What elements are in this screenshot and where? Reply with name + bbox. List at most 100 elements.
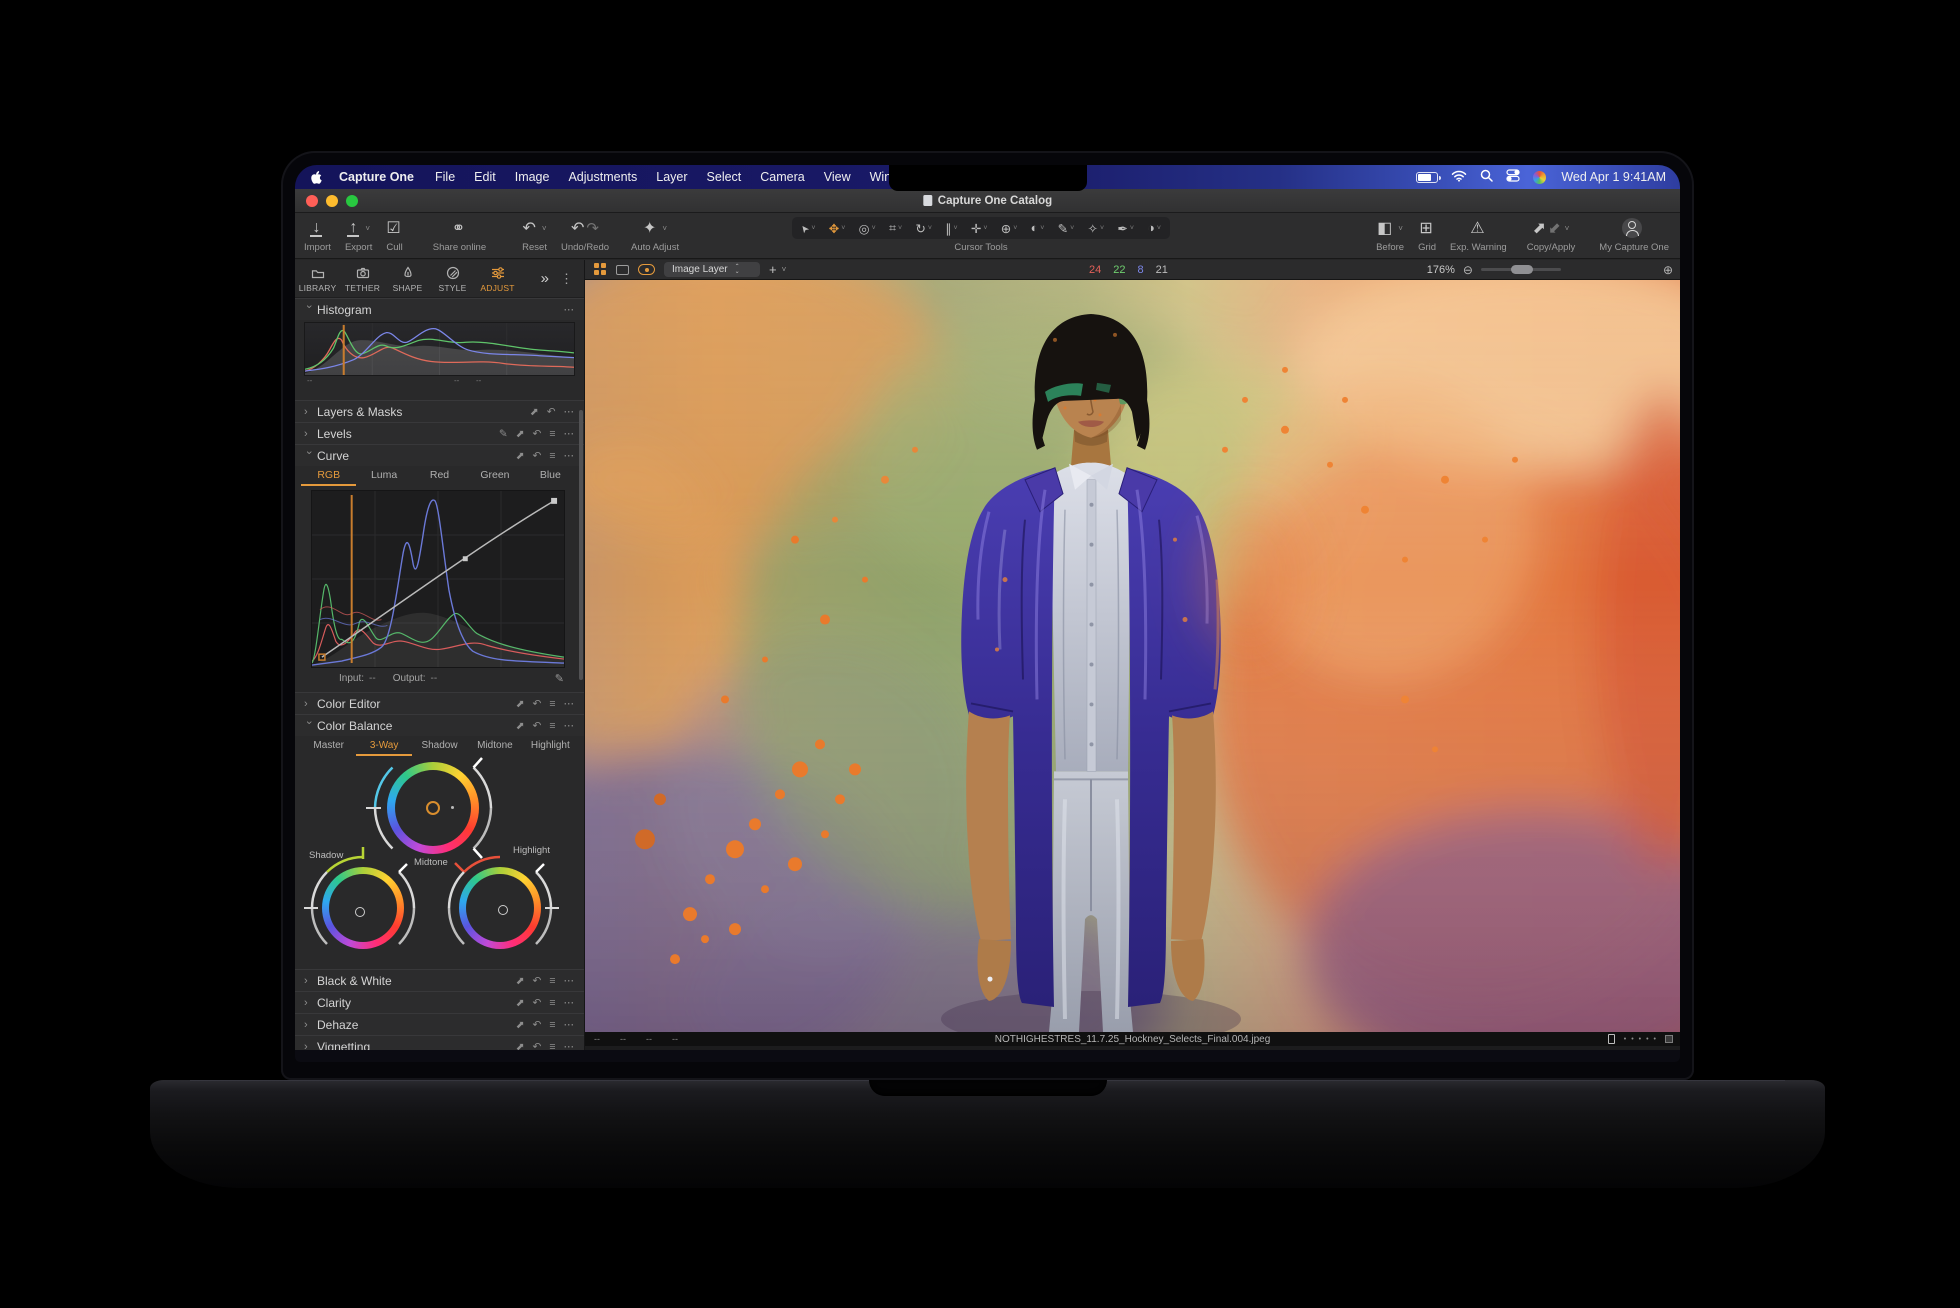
color-picker-tool[interactable]: ◑ ˅ [1147,221,1161,235]
sidebar-scrollbar[interactable] [579,410,583,680]
copy-icon[interactable]: ⬈ [516,975,525,987]
reset-icon[interactable]: ↶ [533,450,542,462]
grid-view-icon[interactable] [594,263,607,276]
reset-icon[interactable]: ↶ [547,406,556,418]
apple-menu-icon[interactable] [309,170,323,185]
straighten-tool[interactable]: ∥ ˅ [945,221,957,236]
rotate-tool[interactable]: ↻ ˅ [915,221,932,236]
more-icon[interactable]: ⋯ [564,1041,575,1051]
layer-dropdown[interactable]: Image Layer ⌃⌄ [664,262,760,277]
presets-icon[interactable]: ≡ [549,450,555,462]
color-balance-tab[interactable]: Highlight [523,740,578,756]
zoom-slider-thumb[interactable] [1511,265,1533,274]
undo-redo-button[interactable]: ↶ ↷ ˅ Undo/Redo [554,216,616,253]
presets-icon[interactable]: ≡ [549,698,555,710]
my-capture-one-button[interactable]: ˅ My Capture One [1592,216,1676,253]
chevron-down-icon[interactable]: ˅ [782,265,787,274]
copy-icon[interactable]: ⬈ [516,428,525,440]
zoom-out-icon[interactable]: ⊖ [1463,263,1473,277]
menu-item[interactable]: Camera [760,170,804,184]
curve-picker-icon[interactable]: ✎ [555,672,564,685]
more-icon[interactable]: ⋯ [564,1019,575,1031]
menu-item[interactable]: View [824,170,851,184]
shadow-color-wheel[interactable] [322,867,404,949]
draw-mask-tool[interactable]: ✎ ˅ [1058,221,1075,236]
menu-clock[interactable]: Wed Apr 1 9:41AM [1561,170,1666,184]
window-title-bar[interactable]: Capture One Catalog [295,189,1680,213]
presets-icon[interactable]: ≡ [549,720,555,732]
copy-icon[interactable]: ⬈ [516,1019,525,1031]
minimize-button[interactable] [326,195,338,207]
more-icon[interactable]: ⋯ [564,997,575,1009]
tab-library[interactable]: LIBRARY [295,265,340,293]
frame-icon[interactable] [1608,1034,1615,1044]
menu-item[interactable]: File [435,170,455,184]
more-icon[interactable]: ⋯ [564,720,575,732]
presets-icon[interactable]: ≡ [549,997,555,1009]
panel-header-dehaze[interactable]: › Dehaze ⬈ ↶ ≡ ⋯ [295,1013,584,1035]
tab-tether[interactable]: TETHER [340,265,385,293]
zoom-in-icon[interactable]: ⊕ [1663,263,1673,277]
auto-adjust-button[interactable]: ✦ ˅ Auto Adjust [624,216,686,253]
magic-brush-tool[interactable]: ✧ ˅ [1088,221,1105,236]
reset-icon[interactable]: ↶ [533,1019,542,1031]
curve-channel-tab[interactable]: Red [412,469,467,486]
import-button[interactable]: ↓ ˅ Import [297,216,338,253]
control-center-icon[interactable] [1506,169,1520,185]
more-icon[interactable]: ⋯ [564,428,575,440]
menu-item[interactable]: Adjustments [568,170,637,184]
menu-item[interactable]: Edit [474,170,496,184]
auto-icon[interactable]: ✎ [499,428,508,440]
select-tool[interactable]: ➤ ˅ [801,223,815,234]
reset-icon[interactable]: ↶ [533,975,542,987]
spot-removal-tool[interactable]: ✛ ˅ [971,221,988,236]
presets-icon[interactable]: ≡ [549,1019,555,1031]
single-view-icon[interactable] [616,265,629,275]
copy-icon[interactable]: ⬈ [516,720,525,732]
reset-icon[interactable]: ↶ [533,428,542,440]
copy-icon[interactable]: ⬈ [516,997,525,1009]
panel-header-histogram[interactable]: › Histogram ⋯ [295,298,584,320]
wifi-icon[interactable] [1451,170,1467,185]
more-icon[interactable]: ⋯ [564,698,575,710]
curve-graph[interactable] [311,490,565,668]
zoom-button[interactable] [346,195,358,207]
zoom-slider[interactable] [1481,268,1561,271]
curve-channel-tab[interactable]: RGB [301,469,356,486]
heal-tool[interactable]: ⊕ ˅ [1001,221,1018,236]
capture-one-menu-icon[interactable] [1533,171,1546,184]
close-button[interactable] [306,195,318,207]
more-icon[interactable]: ⋯ [564,450,575,462]
share-online-button[interactable]: ⚭ ˅ Share online [426,216,493,253]
more-icon[interactable]: ⋯ [564,304,575,316]
spotlight-icon[interactable] [1480,169,1493,185]
menu-app-name[interactable]: Capture One [339,170,414,184]
proof-view-icon[interactable] [638,264,655,275]
reset-icon[interactable]: ↶ [533,997,542,1009]
cull-button[interactable]: ☑ ˅ Cull [379,216,409,253]
menu-item[interactable]: Image [515,170,550,184]
loupe-tool[interactable]: ◎ ˅ [859,221,876,236]
panel-header-levels[interactable]: › Levels ✎ ⬈ ↶ ≡ ⋯ [295,422,584,444]
panel-header-curve[interactable]: › Curve ⬈ ↶ ≡ ⋯ [295,444,584,466]
panel-header-vignetting[interactable]: › Vignetting ⬈ ↶ ≡ ⋯ [295,1035,584,1050]
expand-tools-icon[interactable]: » [541,270,547,287]
copy-icon[interactable]: ⬈ [516,450,525,462]
battery-icon[interactable] [1416,172,1438,183]
before-after-button[interactable]: ◧ ˅ Before [1369,216,1411,253]
tab-shape[interactable]: SHAPE [385,265,430,293]
copy-apply-button[interactable]: ⬈ ⬋ ˅ Copy/Apply [1520,216,1583,253]
annotate-tool[interactable]: ✒ ˅ [1117,221,1134,236]
grid-button[interactable]: ⊞ ˅ Grid [1411,216,1443,253]
thumbnail-icon[interactable] [1665,1035,1673,1043]
panel-header-clarity[interactable]: › Clarity ⬈ ↶ ≡ ⋯ [295,991,584,1013]
panel-header-layers[interactable]: › Layers & Masks ⬈ ↶ ⋯ [295,400,584,422]
reset-button[interactable]: ↶ ˅ Reset [515,216,554,253]
presets-icon[interactable]: ≡ [549,975,555,987]
panel-header-color-editor[interactable]: › Color Editor ⬈ ↶ ≡ ⋯ [295,692,584,714]
presets-icon[interactable]: ≡ [549,428,555,440]
image-canvas[interactable] [585,280,1680,1032]
more-icon[interactable]: ⋯ [564,406,575,418]
pan-tool[interactable]: ✥ ˅ [829,221,846,236]
reset-icon[interactable]: ↶ [533,698,542,710]
